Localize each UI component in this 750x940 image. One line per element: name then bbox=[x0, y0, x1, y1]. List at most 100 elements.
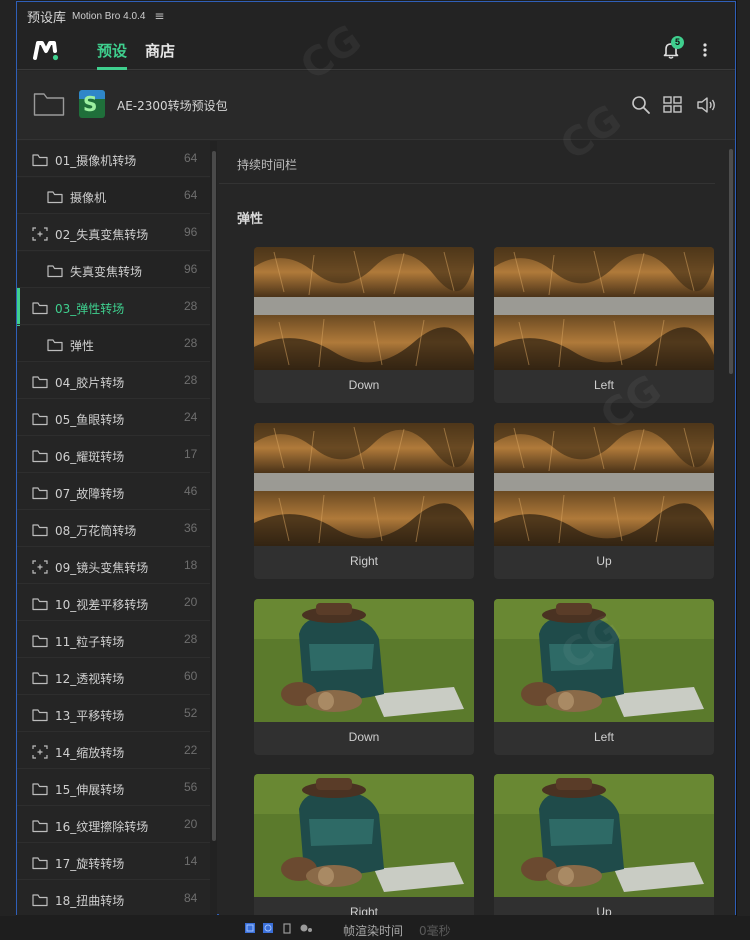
folder-icon bbox=[32, 633, 48, 648]
preset-card[interactable]: Up bbox=[494, 423, 714, 579]
sidebar-item[interactable]: 15_伸展转场 56 bbox=[17, 770, 210, 806]
preset-card[interactable]: Right bbox=[254, 774, 474, 915]
folder-icon bbox=[32, 781, 48, 796]
sidebar-item-count: 17 bbox=[184, 447, 198, 461]
sidebar-item-count: 36 bbox=[184, 521, 198, 535]
sidebar-scroll-thumb[interactable] bbox=[212, 151, 216, 841]
sidebar-item-count: 96 bbox=[184, 225, 198, 239]
render-toolbar-icons[interactable] bbox=[244, 921, 316, 937]
folder-icon bbox=[32, 596, 48, 611]
sidebar-item[interactable]: 03_弹性转场 28 bbox=[17, 289, 210, 325]
preset-thumbnail bbox=[494, 774, 714, 897]
sidebar-item-count: 28 bbox=[184, 299, 198, 313]
sidebar-item[interactable]: 11_粒子转场 28 bbox=[17, 622, 210, 658]
grid-view-icon[interactable] bbox=[661, 93, 685, 117]
sidebar-item-count: 20 bbox=[184, 817, 198, 831]
content-scroll-thumb[interactable] bbox=[729, 149, 733, 374]
preset-thumbnail bbox=[254, 774, 474, 897]
preset-card-label: Down bbox=[348, 378, 380, 392]
focus-frame-icon bbox=[32, 226, 48, 241]
sidebar-item[interactable]: 04_胶片转场 28 bbox=[17, 363, 210, 399]
sidebar-item[interactable]: 14_缩放转场 22 bbox=[17, 733, 210, 769]
folder-icon bbox=[32, 522, 48, 537]
preset-card[interactable]: Right bbox=[254, 423, 474, 579]
sidebar-item[interactable]: 02_失真变焦转场 96 bbox=[17, 215, 210, 251]
preset-card[interactable]: Down bbox=[254, 247, 474, 403]
preset-thumbnail bbox=[254, 599, 474, 722]
tab-presets[interactable]: 预设 bbox=[97, 40, 127, 61]
sidebar-item[interactable]: 10_视差平移转场 20 bbox=[17, 585, 210, 621]
host-left-edge bbox=[0, 0, 16, 940]
sidebar-item-count: 84 bbox=[184, 891, 198, 905]
extension-header: 预设 商店 5 bbox=[17, 30, 735, 70]
sidebar-item-label: 07_故障转场 bbox=[55, 487, 125, 501]
sidebar-item-count: 14 bbox=[184, 854, 198, 868]
preset-card[interactable]: Down bbox=[254, 599, 474, 755]
sidebar-item-label: 03_弹性转场 bbox=[55, 302, 125, 316]
sidebar-subitem[interactable]: 摄像机 64 bbox=[17, 178, 210, 214]
sidebar-item-count: 28 bbox=[184, 373, 198, 387]
folder-icon bbox=[32, 892, 48, 907]
sidebar-item-count: 28 bbox=[184, 336, 198, 350]
sidebar-item-label: 11_粒子转场 bbox=[55, 635, 125, 649]
render-time-label: 帧渲染时间 bbox=[343, 924, 404, 938]
sidebar-item[interactable]: 08_万花筒转场 36 bbox=[17, 511, 210, 547]
panel-tab[interactable]: 预设库 Motion Bro 4.0.4 ≡ bbox=[17, 2, 735, 30]
sidebar-item-count: 18 bbox=[184, 558, 198, 572]
search-icon[interactable] bbox=[629, 93, 653, 117]
preset-card[interactable]: Left bbox=[494, 247, 714, 403]
sidebar-item-count: 22 bbox=[184, 743, 198, 757]
volume-icon[interactable] bbox=[695, 93, 719, 117]
sidebar-item[interactable]: 16_纹理擦除转场 20 bbox=[17, 807, 210, 843]
sidebar-item-label: 弹性 bbox=[70, 339, 95, 353]
folder-icon bbox=[47, 263, 63, 278]
divider bbox=[219, 183, 715, 184]
sidebar-item[interactable]: 13_平移转场 52 bbox=[17, 696, 210, 732]
panel-title: 预设库 bbox=[27, 10, 67, 26]
preset-card[interactable]: Up bbox=[494, 774, 714, 915]
sidebar-item[interactable]: 12_透视转场 60 bbox=[17, 659, 210, 695]
sidebar-item-count: 56 bbox=[184, 780, 198, 794]
pack-logo-icon: S bbox=[79, 90, 105, 118]
sidebar-item-label: 12_透视转场 bbox=[55, 672, 125, 686]
sidebar-item-label: 17_旋转转场 bbox=[55, 857, 125, 871]
panel-menu-icon[interactable]: ≡ bbox=[154, 9, 164, 23]
sidebar-item-count: 24 bbox=[184, 410, 198, 424]
sidebar-item-label: 失真变焦转场 bbox=[70, 265, 143, 279]
preset-card-label: Left bbox=[593, 378, 614, 392]
sidebar-item-count: 96 bbox=[184, 262, 198, 276]
sidebar-subitem[interactable]: 失真变焦转场 96 bbox=[17, 252, 210, 288]
folder-icon bbox=[32, 411, 48, 426]
render-time-value: 0毫秒 bbox=[419, 924, 451, 938]
folder-open-icon[interactable] bbox=[33, 91, 65, 117]
folder-icon bbox=[32, 855, 48, 870]
pack-toolbar: S AE-2300转场预设包 bbox=[17, 71, 735, 140]
preset-thumbnail bbox=[494, 247, 714, 370]
sidebar-item[interactable]: 06_耀斑转场 17 bbox=[17, 437, 210, 473]
sidebar-item-count: 60 bbox=[184, 669, 198, 683]
folder-icon bbox=[32, 485, 48, 500]
sidebar-item-count: 46 bbox=[184, 484, 198, 498]
sidebar-item[interactable]: 17_旋转转场 14 bbox=[17, 844, 210, 880]
sidebar-item-count: 28 bbox=[184, 632, 198, 646]
sidebar-item[interactable]: 01_摄像机转场 64 bbox=[17, 141, 210, 177]
folder-icon bbox=[47, 189, 63, 204]
notification-badge: 5 bbox=[671, 36, 684, 49]
sidebar-item[interactable]: 18_扭曲转场 84 bbox=[17, 881, 210, 915]
more-options-icon[interactable] bbox=[700, 40, 710, 60]
duration-bar-label[interactable]: 持续时间栏 bbox=[237, 156, 297, 173]
preset-card[interactable]: Left bbox=[494, 599, 714, 755]
sidebar-item-count: 64 bbox=[184, 151, 198, 165]
sidebar-item[interactable]: 07_故障转场 46 bbox=[17, 474, 210, 510]
sidebar-item-label: 04_胶片转场 bbox=[55, 376, 125, 390]
sidebar-item[interactable]: 09_镜头变焦转场 18 bbox=[17, 548, 210, 584]
sidebar-item[interactable]: 05_鱼眼转场 24 bbox=[17, 400, 210, 436]
tab-store[interactable]: 商店 bbox=[145, 40, 175, 61]
sidebar-subitem[interactable]: 弹性 28 bbox=[17, 326, 210, 362]
preset-thumbnail bbox=[254, 247, 474, 370]
sidebar-item-label: 18_扭曲转场 bbox=[55, 894, 125, 908]
preset-card-label: Left bbox=[593, 730, 614, 744]
folder-icon bbox=[32, 152, 48, 167]
sidebar-item-label: 06_耀斑转场 bbox=[55, 450, 125, 464]
panel-subtitle: Motion Bro 4.0.4 bbox=[72, 10, 146, 22]
